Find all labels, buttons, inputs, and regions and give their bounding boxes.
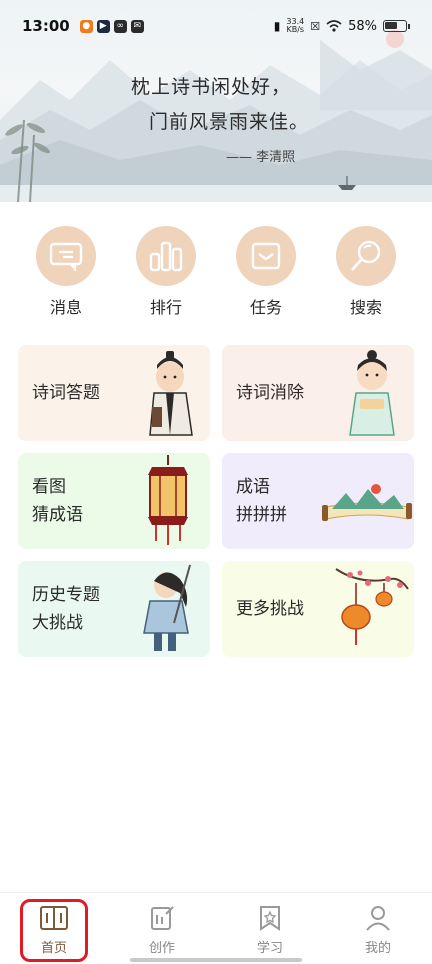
app-notification-icon: ● [79,19,93,33]
quick-action-label: 消息 [49,298,82,317]
profile-icon [366,906,390,931]
home-gesture-bar[interactable] [130,958,302,962]
quick-action-circle [236,226,296,286]
mail-notification-icon: ✉ [130,19,144,33]
quick-action-messages[interactable]: 消息 [26,226,106,318]
nav-label: 学习 [256,941,283,956]
no-sim-icon: ☒ [310,19,321,33]
status-bar: 13:00 ● ▶ ∞ ✉ ▮ 33.4 KB/s ☒ 58% [0,0,432,52]
nav-label: 创作 [148,941,175,956]
card-title-line1: 历史专题 [32,585,100,605]
ranking-icon [149,241,183,272]
battery-percent: 58% [348,18,377,34]
link-notification-icon: ∞ [113,19,127,33]
quick-action-circle [336,226,396,286]
battery-tip [408,23,410,29]
card-title: 诗词答题 [32,383,100,403]
task-icon [251,242,281,270]
card-more-challenges[interactable]: 更多挑战 [222,561,414,657]
quick-action-tasks[interactable]: 任务 [226,226,306,318]
card-title-line1: 成语 [236,477,270,497]
poem-line-1: 枕上诗书闲处好， [131,76,292,98]
card-idiom-puzzle[interactable]: 成语 拼拼拼 [222,453,414,549]
net-speed: 33.4 KB/s [286,18,304,34]
status-indicators: ▮ 33.4 KB/s ☒ 58% [274,18,410,34]
quick-action-ranking[interactable]: 排行 [126,226,206,318]
quick-action-label: 搜索 [349,298,382,317]
card-title: 诗词消除 [236,383,304,403]
quick-action-search[interactable]: 搜索 [326,226,406,318]
create-icon [151,906,174,930]
scholar-illustration [149,351,193,436]
card-title: 更多挑战 [236,599,304,619]
study-bookmark-icon [260,906,280,931]
quick-action-label: 排行 [149,298,182,317]
quick-action-circle [36,226,96,286]
card-title-line1: 看图 [32,477,66,497]
nav-tab-study[interactable]: 学习 [235,905,305,956]
nav-label: 我的 [364,941,391,956]
wifi-icon [326,20,342,32]
quick-action-circle [136,226,196,286]
boy-reading-illustration [349,350,395,436]
net-speed-unit: KB/s [286,25,305,34]
swordsman-illustration [143,564,191,651]
quick-action-label: 任务 [249,298,282,317]
battery-icon [383,20,407,32]
lantern-illustration [148,455,188,545]
card-title-line2: 大挑战 [32,613,83,633]
nav-tab-create[interactable]: 创作 [127,905,197,956]
play-notification-icon: ▶ [96,19,110,33]
search-icon [351,240,381,271]
bottom-navigation: 首页 创作 学习 我的 [0,892,432,964]
message-icon [49,242,83,271]
status-time: 13:00 [22,17,70,35]
nav-tab-profile[interactable]: 我的 [343,905,413,956]
card-history-challenge[interactable]: 历史专题 大挑战 [18,561,210,657]
poem-line-2: 门前风景雨来佳。 [149,111,310,133]
card-title-line2: 拼拼拼 [236,505,287,525]
vibrate-icon: ▮ [273,19,281,33]
poem-author: —— 李清照 [226,150,296,165]
plum-blossom-lantern-illustration [335,568,409,645]
scroll-landscape-illustration [322,484,412,521]
home-book-icon [40,906,68,930]
card-picture-idiom-guess[interactable]: 看图 猜成语 [18,453,210,549]
card-poetry-elimination[interactable]: 诗词消除 [222,345,414,441]
nav-label: 首页 [40,941,67,956]
card-title-line2: 猜成语 [32,505,83,525]
card-poetry-quiz[interactable]: 诗词答题 [18,345,210,441]
quick-actions: 消息 排行 任务 搜索 [0,226,432,318]
nav-tab-home[interactable]: 首页 [19,905,89,956]
